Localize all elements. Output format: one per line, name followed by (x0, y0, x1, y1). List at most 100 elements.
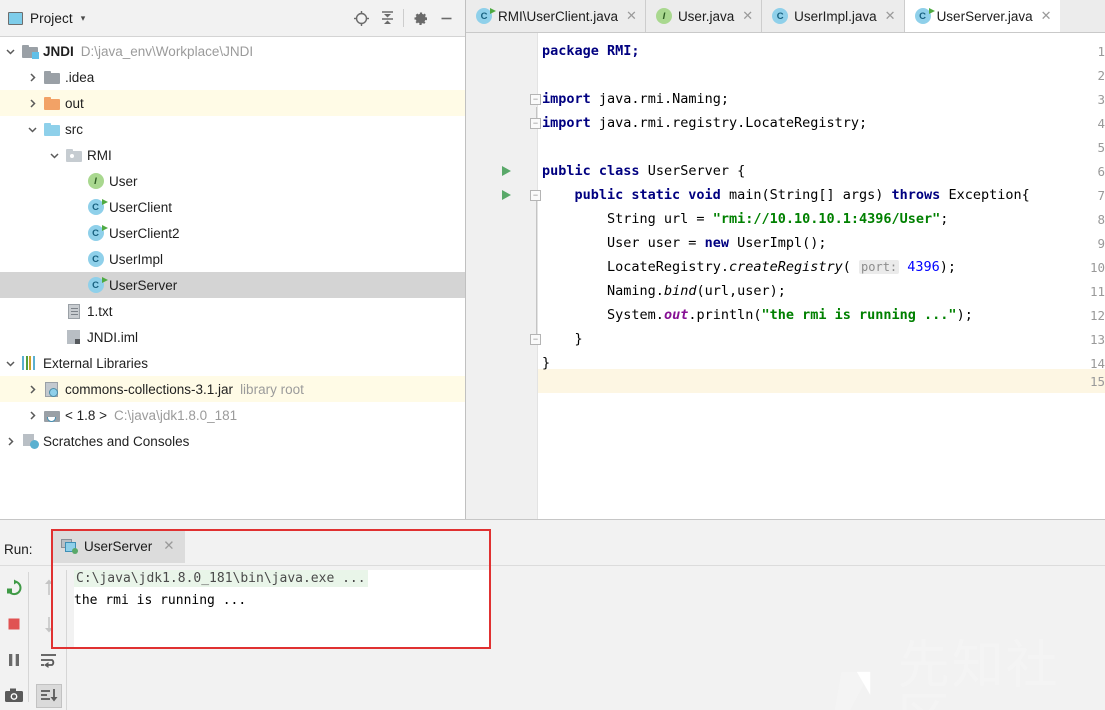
chevron-right-icon[interactable] (25, 64, 39, 90)
no-arrow-spacer (69, 220, 83, 246)
class-runnable-icon: C (87, 277, 108, 293)
chevron-down-icon[interactable]: ▾ (81, 13, 86, 24)
code-line-3: import java.rmi.Naming; (542, 91, 729, 107)
tree-node-1-8[interactable]: < 1.8 > C:\java\jdk1.8.0_181 (0, 402, 465, 428)
tree-node-label: 1.txt (87, 303, 113, 319)
settings-gear-icon[interactable] (407, 6, 433, 30)
fold-toggle-icon[interactable]: − (530, 190, 541, 201)
close-icon[interactable]: ✕ (163, 538, 174, 554)
tree-node-rmi[interactable]: RMI (0, 142, 465, 168)
class-runnable-icon: C (87, 225, 108, 241)
iml-file-icon (67, 330, 80, 344)
run-tab-userserver[interactable]: UserServer ✕ (51, 529, 185, 563)
folder-gray-icon (43, 70, 60, 84)
libraries-icon (22, 356, 37, 370)
tree-node-jndi-iml[interactable]: JNDI.iml (0, 324, 465, 350)
editor-gutter[interactable] (466, 33, 537, 520)
pause-icon[interactable] (0, 642, 28, 678)
keyword-throws: throws (891, 187, 941, 203)
close-icon[interactable]: ✕ (1041, 8, 1052, 24)
chevron-right-icon[interactable] (25, 90, 39, 116)
line-number: 1 (1097, 44, 1105, 59)
line-number: 13 (1089, 332, 1105, 347)
code-line-10: LocateRegistry.createRegistry( port: 439… (607, 259, 957, 275)
tree-node-1-txt[interactable]: 1.txt (0, 298, 465, 324)
tree-node-out[interactable]: out (0, 90, 465, 116)
parameter-hint-port: port: (859, 260, 900, 274)
tree-node-external-libraries[interactable]: External Libraries (0, 350, 465, 376)
locate-icon[interactable] (348, 6, 374, 30)
hide-panel-icon[interactable] (433, 6, 459, 30)
run-toolbar-left[interactable] (0, 570, 28, 710)
chevron-down-icon[interactable] (3, 350, 17, 376)
line-number: 8 (1097, 212, 1105, 227)
editor-tab-userimpl-java[interactable]: C UserImpl.java ✕ (762, 0, 905, 32)
chevron-down-icon[interactable] (47, 142, 61, 168)
interface-icon: I (87, 173, 104, 189)
run-toolbar-right[interactable] (33, 570, 65, 710)
editor-tab-bar[interactable]: C RMI\UserClient.java ✕ I User.java ✕ C UserImp… (466, 0, 1105, 33)
class-runnable-icon: C (87, 225, 108, 242)
tree-node-userimpl[interactable]: C UserImpl (0, 246, 465, 272)
field-out: out (663, 307, 689, 323)
fold-toggle-icon[interactable]: − (530, 94, 541, 105)
scratches-icon (21, 433, 39, 450)
close-icon[interactable]: ✕ (742, 8, 753, 24)
editor-tab-userserver-java[interactable]: C UserServer.java ✕ (904, 0, 1060, 32)
close-icon[interactable]: ✕ (885, 8, 896, 24)
editor-tab-rmi-userclient-java[interactable]: C RMI\UserClient.java ✕ (466, 0, 646, 32)
close-icon[interactable]: ✕ (626, 8, 637, 24)
tree-node-label: .idea (65, 69, 95, 85)
line-number: 12 (1089, 308, 1105, 323)
fold-toggle-icon[interactable]: − (530, 118, 541, 129)
watermark-logo-icon (834, 671, 871, 710)
tree-node-jndi[interactable]: JNDI D:\java_env\Workplace\JNDI (0, 38, 465, 64)
chevron-down-icon[interactable] (25, 116, 39, 142)
tree-node-userclient[interactable]: C UserClient (0, 194, 465, 220)
project-tool-window: Project ▾ JNDI D:\java_env\Workplace\JND… (0, 0, 466, 520)
chevron-right-icon[interactable] (25, 402, 39, 428)
run-method-gutter-icon[interactable] (502, 190, 511, 200)
chevron-right-icon[interactable] (25, 376, 39, 402)
code-line-13: } (542, 331, 583, 347)
scroll-down-icon[interactable] (33, 606, 65, 642)
stop-icon[interactable] (0, 606, 28, 642)
soft-wrap-icon[interactable] (33, 642, 65, 678)
code-line-8: String url = "rmi://10.10.10.1:4396/User… (542, 211, 948, 227)
tree-node-label: commons-collections-3.1.jar (65, 381, 234, 397)
scroll-to-end-icon[interactable] (33, 678, 65, 710)
chevron-right-icon[interactable] (3, 428, 17, 454)
toolbar-divider (28, 572, 29, 702)
line-number: 3 (1097, 92, 1105, 107)
scroll-up-icon[interactable] (33, 570, 65, 606)
tree-node-scratches-and-consoles[interactable]: Scratches and Consoles (0, 428, 465, 454)
tree-node-userserver[interactable]: C UserServer (0, 272, 465, 298)
editor-tab-user-java[interactable]: I User.java ✕ (645, 0, 763, 32)
project-tree[interactable]: JNDI D:\java_env\Workplace\JNDI .idea out sr… (0, 38, 465, 520)
project-view-icon (8, 11, 23, 25)
run-class-gutter-icon[interactable] (502, 166, 511, 176)
class-runnable-icon: C (476, 8, 496, 24)
tree-node-sublabel: C:\java\jdk1.8.0_181 (114, 407, 238, 423)
no-arrow-spacer (47, 298, 61, 324)
scratches-icon (22, 434, 39, 449)
screenshot-camera-icon[interactable] (0, 678, 28, 710)
tree-node-src[interactable]: src (0, 116, 465, 142)
folder-orange-icon (43, 96, 60, 110)
line-number: 6 (1097, 164, 1105, 179)
rerun-icon[interactable] (0, 570, 28, 606)
module-folder-icon (21, 44, 39, 59)
fold-toggle-icon[interactable]: − (530, 334, 541, 345)
code-editor[interactable]: 1 2 3 4 5 6 7 8 9 10 11 12 13 14 15 − − … (466, 33, 1105, 520)
tree-node-idea[interactable]: .idea (0, 64, 465, 90)
console-output[interactable]: C:\java\jdk1.8.0_181\bin\java.exe ... th… (74, 570, 490, 648)
run-configuration-icon (61, 539, 78, 554)
tree-node-label: Scratches and Consoles (43, 433, 190, 449)
tree-node-userclient2[interactable]: C UserClient2 (0, 220, 465, 246)
tree-node-commons-collections-3-1-jar[interactable]: commons-collections-3.1.jar library root (0, 376, 465, 402)
collapse-all-icon[interactable] (374, 6, 400, 30)
tree-node-label: JNDI (43, 43, 74, 59)
jdk-icon (43, 407, 60, 424)
chevron-down-icon[interactable] (3, 38, 17, 64)
tree-node-user[interactable]: I User (0, 168, 465, 194)
